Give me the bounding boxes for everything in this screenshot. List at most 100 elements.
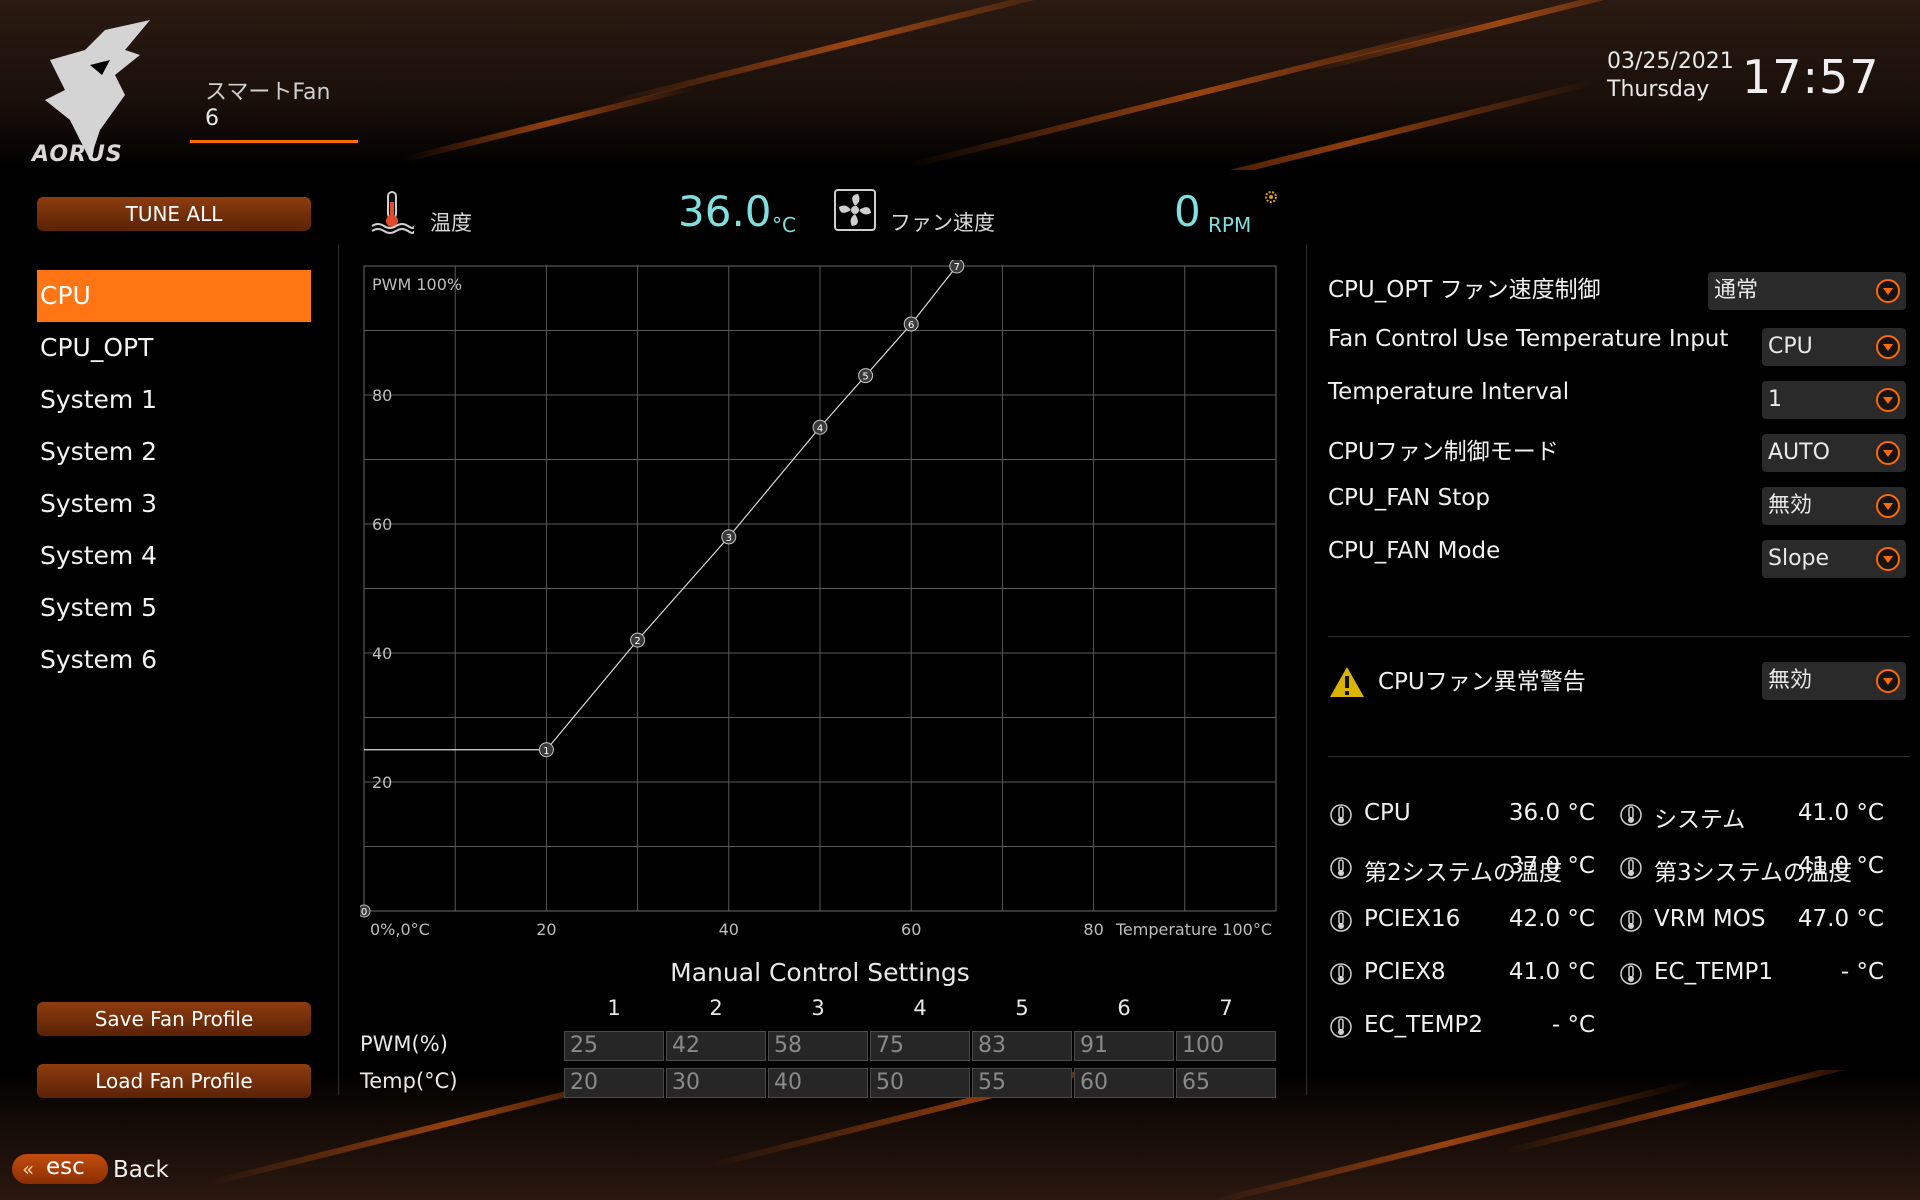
chevron-down-icon [1876, 669, 1900, 693]
setting-dropdown[interactable]: 無効 [1762, 487, 1906, 525]
sensor-name: システム [1654, 807, 1746, 833]
nav-item-system-5[interactable]: System 5 [37, 582, 311, 634]
temp-input[interactable]: 55 [972, 1068, 1072, 1098]
temperature-value: 36.0 [678, 187, 772, 236]
manual-control-title: Manual Control Settings [670, 958, 970, 987]
pwm-input[interactable]: 83 [972, 1031, 1072, 1061]
status-row: 温度 36.0 °C ファン速度 0 RPM [370, 185, 1280, 245]
point-column-header: 1 [607, 996, 621, 1020]
page-title: スマートFan [205, 80, 331, 105]
fan-fail-warning-label: CPUファン異常警告 [1378, 669, 1586, 695]
pwm-input[interactable]: 91 [1074, 1031, 1174, 1061]
temp-input[interactable]: 65 [1176, 1068, 1276, 1098]
temp-input[interactable]: 40 [768, 1068, 868, 1098]
chevron-down-icon [1876, 494, 1900, 518]
point-column-header: 5 [1015, 996, 1029, 1020]
pwm-row-label: PWM(%) [360, 1032, 448, 1056]
weekday-text: Thursday [1607, 77, 1710, 102]
back-label[interactable]: Back [113, 1157, 169, 1183]
pwm-input[interactable]: 25 [564, 1031, 664, 1061]
curve-point-label: 6 [908, 320, 914, 331]
nav-item-system-3[interactable]: System 3 [37, 478, 311, 530]
fan-speed-label: ファン速度 [890, 211, 995, 235]
point-column-header: 2 [709, 996, 723, 1020]
pwm-input[interactable]: 75 [870, 1031, 970, 1061]
nav-item-system-4[interactable]: System 4 [37, 530, 311, 582]
setting-dropdown[interactable]: Slope [1762, 540, 1906, 578]
temperature-sensor-icon [1620, 857, 1642, 879]
date-display: 03/25/2021 Thursday [1607, 48, 1734, 104]
setting-label: CPU_FAN Stop [1328, 485, 1490, 511]
setting-dropdown[interactable]: CPU [1762, 328, 1906, 366]
sensor-name: CPU [1364, 800, 1411, 826]
nav-item-system-6[interactable]: System 6 [37, 634, 311, 686]
pwm-input[interactable]: 100 [1176, 1031, 1276, 1061]
sensor-value: 36.0 °C [1508, 800, 1595, 826]
fan-fail-warning-value: 無効 [1768, 668, 1813, 693]
pwm-input[interactable]: 58 [768, 1031, 868, 1061]
setting-dropdown[interactable]: 通常 [1708, 272, 1906, 310]
tune-all-button[interactable]: TUNE ALL [37, 197, 311, 231]
temp-input[interactable]: 50 [870, 1068, 970, 1098]
temp-input[interactable]: 60 [1074, 1068, 1174, 1098]
fan-curve-chart[interactable]: 80604020PWM 100%20 40 60 800%,0°C Temperatur… [360, 260, 1290, 940]
nav-item-system-2[interactable]: System 2 [37, 426, 311, 478]
load-fan-profile-button[interactable]: Load Fan Profile [37, 1064, 311, 1098]
setting-value: Slope [1768, 546, 1830, 571]
sensor-value: 42.0 °C [1508, 906, 1595, 932]
clock: 17:57 [1742, 50, 1880, 104]
fan-speed-value: 0 [1174, 187, 1201, 236]
page-subtitle: 6 [205, 106, 219, 131]
title-underline [190, 140, 358, 143]
sensor-name: PCIEX16 [1364, 906, 1461, 932]
fan-speed-unit: RPM [1208, 213, 1252, 237]
temperature-sensor-icon [1330, 804, 1352, 826]
setting-value: 1 [1768, 387, 1782, 412]
thermometer-icon [371, 191, 414, 234]
nav-item-cpu-opt[interactable]: CPU_OPT [37, 322, 311, 374]
point-column-header: 6 [1117, 996, 1131, 1020]
nav-item-cpu[interactable]: CPU [37, 270, 311, 322]
sensor-divider [1328, 756, 1910, 757]
temperature-sensor-icon [1620, 963, 1642, 985]
chevron-down-icon [1876, 441, 1900, 465]
y-tick-label: 40 [372, 644, 392, 663]
point-column-header: 4 [913, 996, 927, 1020]
chevron-down-icon [1876, 279, 1900, 303]
esc-label: esc [46, 1154, 85, 1180]
gear-icon[interactable] [1263, 189, 1279, 205]
temp-input[interactable]: 30 [666, 1068, 766, 1098]
temp-input[interactable]: 20 [564, 1068, 664, 1098]
curve-point-label: 3 [726, 533, 732, 544]
point-column-header: 3 [811, 996, 825, 1020]
y-tick-label: 80 [372, 386, 392, 405]
date-text: 03/25/2021 [1607, 49, 1734, 74]
chevron-down-icon [1876, 388, 1900, 412]
save-fan-profile-button[interactable]: Save Fan Profile [37, 1002, 311, 1036]
temperature-sensor-icon [1330, 1016, 1352, 1038]
x-axis-label: Temperature 100°C [1115, 920, 1272, 939]
nav-item-system-1[interactable]: System 1 [37, 374, 311, 426]
curve-point-label: 5 [862, 372, 868, 383]
y-tick-label: 60 [372, 515, 392, 534]
sensor-value: 41.0 °C [1797, 853, 1884, 879]
temperature-sensor-icon [1620, 910, 1642, 932]
sensor-value: 47.0 °C [1797, 906, 1884, 932]
setting-label: Fan Control Use Temperature Input [1328, 326, 1729, 352]
temp-row-label: Temp(°C) [360, 1069, 458, 1093]
setting-label: Temperature Interval [1328, 379, 1570, 405]
x-tick-label: 60 [901, 920, 921, 939]
temperature-sensor-icon [1330, 963, 1352, 985]
fan-nav-list: CPU CPU_OPT System 1 System 2 System 3 S… [37, 270, 311, 686]
pwm-input[interactable]: 42 [666, 1031, 766, 1061]
setting-dropdown[interactable]: AUTO [1762, 434, 1906, 472]
x-tick-label: 40 [719, 920, 739, 939]
fan-fail-warning-dropdown[interactable]: 無効 [1762, 662, 1906, 700]
temperature-sensor-icon [1330, 857, 1352, 879]
brand-logo-text: AORUS [32, 142, 123, 167]
x-tick-label: 20 [536, 920, 556, 939]
sensor-value: - °C [1840, 959, 1884, 985]
chevron-left-icon: « [22, 1157, 35, 1181]
setting-label: CPUファン制御モード [1328, 439, 1559, 465]
setting-dropdown[interactable]: 1 [1762, 381, 1906, 419]
